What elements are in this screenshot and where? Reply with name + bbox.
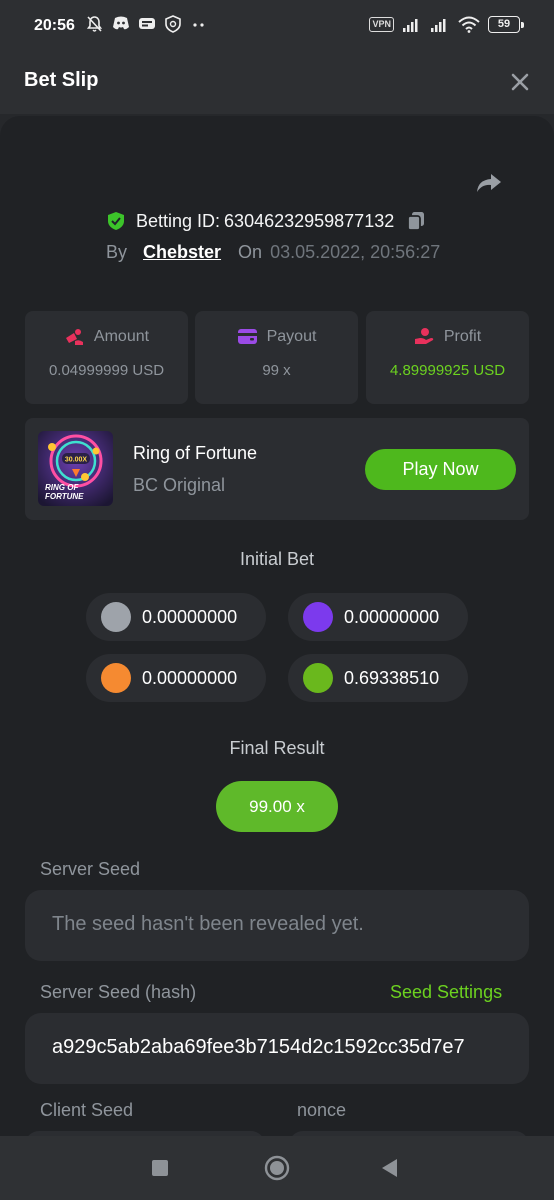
profit-label: Profit xyxy=(443,327,482,345)
payout-label: Payout xyxy=(266,327,317,345)
server-seed-label: Server Seed xyxy=(40,859,141,879)
copy-icon[interactable] xyxy=(406,210,426,232)
profit-hand-icon xyxy=(414,328,434,344)
coin-value-orange: 0.00000000 xyxy=(142,667,238,688)
thumb-title-2: FORTUNE xyxy=(45,492,84,501)
betting-id-label: Betting ID: xyxy=(136,210,221,231)
notification-icons xyxy=(86,15,207,33)
green-coin-icon xyxy=(303,663,333,693)
battery-icon: 59 xyxy=(488,16,524,33)
page-title: Bet Slip xyxy=(24,69,99,91)
verified-shield-icon xyxy=(108,212,124,230)
amount-box: Amount 0.04999999 USD xyxy=(25,311,188,404)
system-icons: VPN 59 xyxy=(369,16,524,33)
bet-slip-card: Betting ID: 63046232959877132 By Chebste… xyxy=(0,116,554,1136)
server-hash-field[interactable]: a929c5ab2aba69fee3b7154d2c1592cc35d7e7 xyxy=(25,1013,529,1084)
more-dots-icon xyxy=(190,15,207,33)
thumb-title-1: RING OF xyxy=(45,483,79,492)
thumb-multiplier: 30.00X xyxy=(65,457,88,464)
home-icon[interactable] xyxy=(262,1153,292,1183)
game-provider: BC Original xyxy=(133,475,226,495)
server-seed-field[interactable]: The seed hasn't been revealed yet. xyxy=(25,890,529,961)
signal-icon xyxy=(403,18,418,32)
bet-date: 03.05.2022, 20:56:27 xyxy=(270,242,441,262)
coin-pill-green: 0.69338510 xyxy=(288,654,468,702)
amount-value: 0.04999999 USD xyxy=(48,362,165,379)
wallet-icon xyxy=(237,329,257,344)
coin-value-green: 0.69338510 xyxy=(344,667,440,688)
nonce-label: nonce xyxy=(297,1100,347,1120)
coin-pill-purple: 0.00000000 xyxy=(288,593,468,641)
system-nav-bar xyxy=(0,1136,554,1200)
on-label: On xyxy=(238,242,263,262)
profit-value: 4.89999925 USD xyxy=(389,362,506,379)
bet-meta-row: By Chebster On 03.05.2022, 20:56:27 xyxy=(106,242,440,263)
coin-pill-gray: 0.00000000 xyxy=(86,593,266,641)
shield-status-icon xyxy=(164,15,181,33)
header: Bet Slip xyxy=(0,52,554,114)
back-icon[interactable] xyxy=(375,1153,405,1183)
wifi-icon xyxy=(458,16,480,33)
mute-bell-icon xyxy=(86,15,103,33)
recents-icon[interactable] xyxy=(145,1153,175,1183)
gray-coin-icon xyxy=(101,602,131,632)
user-link[interactable]: Chebster xyxy=(143,242,221,263)
orange-coin-icon xyxy=(101,663,131,693)
signal-icon-2 xyxy=(431,18,446,32)
server-hash-label: Server Seed (hash) xyxy=(40,982,197,1002)
client-seed-label: Client Seed xyxy=(40,1100,134,1120)
betting-id-value: 63046232959877132 xyxy=(224,210,395,231)
purple-coin-icon xyxy=(303,602,333,632)
final-result-badge: 99.00 x xyxy=(216,781,338,832)
discord-icon xyxy=(112,15,129,33)
app-icon xyxy=(138,15,155,33)
game-thumbnail[interactable]: 30.00X RING OF FORTUNE xyxy=(38,431,113,506)
final-result-title: Final Result xyxy=(229,738,325,758)
game-card: 30.00X RING OF FORTUNE Ring of Fortune B… xyxy=(25,418,529,520)
close-icon[interactable] xyxy=(506,68,534,96)
game-name: Ring of Fortune xyxy=(133,443,258,463)
seed-settings-link[interactable]: Seed Settings xyxy=(390,982,502,1003)
initial-bet-title: Initial Bet xyxy=(239,549,315,569)
share-icon[interactable] xyxy=(474,168,504,198)
status-time: 20:56 xyxy=(34,17,75,34)
by-label: By xyxy=(106,242,128,262)
status-bar: 20:56 VPN 59 xyxy=(0,0,554,52)
amount-label: Amount xyxy=(93,327,150,345)
coin-pill-orange: 0.00000000 xyxy=(86,654,266,702)
payout-value: 99 x xyxy=(262,362,291,379)
betting-id-row: Betting ID: 63046232959877132 xyxy=(106,210,426,232)
coin-value-gray: 0.00000000 xyxy=(142,606,238,627)
vpn-badge: VPN xyxy=(369,17,394,32)
coin-value-purple: 0.00000000 xyxy=(344,606,440,627)
amount-icon xyxy=(65,329,83,345)
profit-box: Profit 4.89999925 USD xyxy=(366,311,529,404)
payout-box: Payout 99 x xyxy=(195,311,358,404)
play-now-button[interactable]: Play Now xyxy=(365,449,516,490)
